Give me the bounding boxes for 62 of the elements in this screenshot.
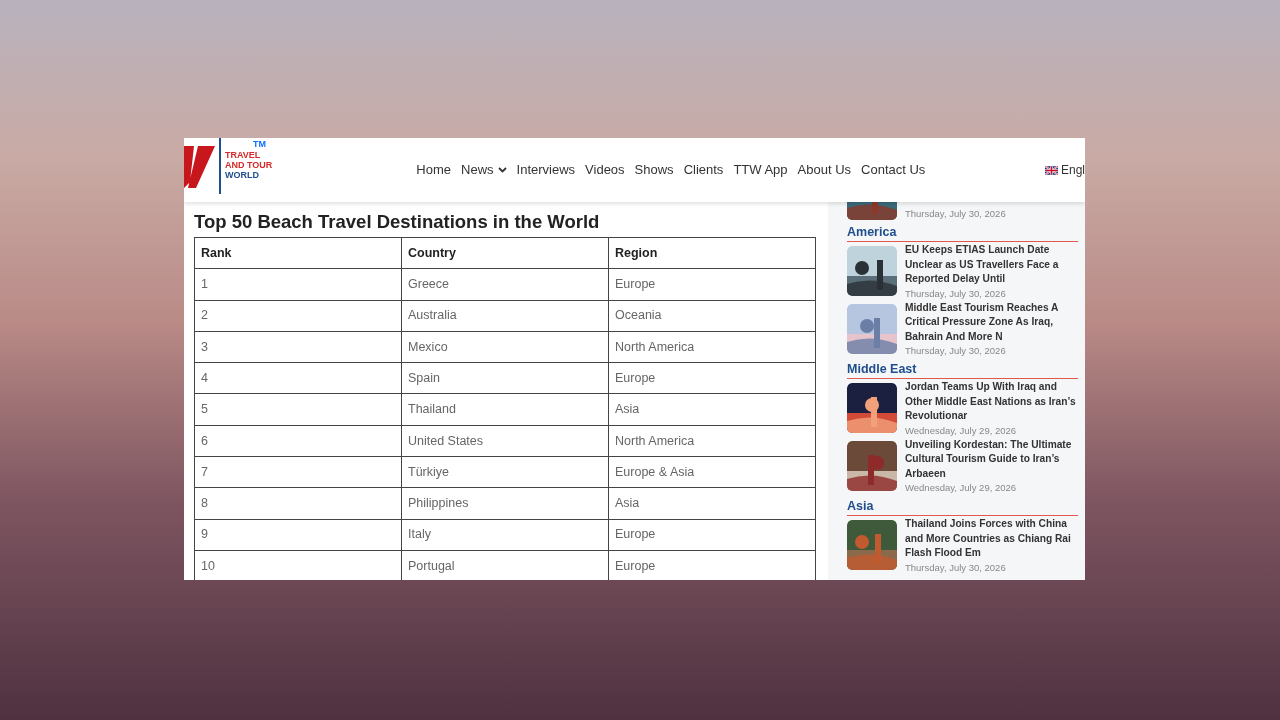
table-cell: Europe & Asia <box>608 456 816 488</box>
table-cell: 4 <box>194 362 402 394</box>
section-heading[interactable]: Asia <box>847 498 1078 516</box>
table-cell: Asia <box>608 394 816 426</box>
table-cell: Oceania <box>608 300 816 332</box>
table-cell: United States <box>401 425 609 457</box>
table-cell: Australia <box>401 300 609 332</box>
article-link[interactable]: EU Keeps ETIAS Launch Date Unclear as US Travellers Face a Reported Delay Until <box>905 243 1078 287</box>
logo-text: TRAVEL <box>225 150 262 160</box>
column-header: Region <box>608 237 816 269</box>
table-cell: Mexico <box>401 331 609 363</box>
table-cell: North America <box>608 331 816 363</box>
logo-text: AND TOUR <box>225 160 273 170</box>
article-date: Thursday, July 30, 2026 <box>905 560 1007 574</box>
table-cell: Italy <box>401 519 609 551</box>
table-cell: Spain <box>401 362 609 394</box>
nav-link[interactable]: Videos <box>585 160 625 180</box>
nav-link[interactable]: Interviews <box>516 160 576 180</box>
article-date: Thursday, July 30, 2026 <box>905 286 1007 300</box>
article-link[interactable]: Middle East Tourism Reaches A Critical Pressure Zone As Iraq, Bahrain And More N <box>905 300 1078 344</box>
nav-link[interactable]: Home <box>416 160 452 180</box>
table-cell: Philippines <box>401 487 609 520</box>
article-date: Wednesday, July 29, 2026 <box>905 423 1018 437</box>
column-header: Rank <box>194 237 402 269</box>
article-link[interactable]: Jordan Teams Up With Iraq and Other Middle East Nations as Iran’s Revolutionar <box>905 380 1078 424</box>
article-date: Thursday, July 30, 2026 <box>905 207 1006 220</box>
nav-link[interactable]: News <box>461 160 507 180</box>
article-title: Top 50 Beach Travel Destinations in the World <box>194 210 601 234</box>
article-date: Wednesday, July 29, 2026 <box>905 481 1018 494</box>
article-link[interactable]: Unveiling Kordestan: The Ultimate Cultural Tourism Guide to Iran’s Arbaeen <box>905 437 1078 481</box>
table-cell: North America <box>608 425 816 457</box>
table-cell: 6 <box>194 425 402 457</box>
nav-link[interactable]: Clients <box>683 160 724 180</box>
table-cell: 8 <box>194 487 402 520</box>
table-cell: Türkiye <box>401 456 609 488</box>
nav-link[interactable]: Contact Us <box>861 160 926 180</box>
section-heading[interactable]: America <box>847 224 1078 242</box>
column-header: Country <box>401 237 609 269</box>
trademark-text: TM <box>253 138 266 151</box>
table-cell: Europe <box>608 362 816 394</box>
table-cell: 2 <box>194 300 402 332</box>
table-cell: Europe <box>608 519 816 551</box>
flag-icon <box>1044 165 1058 175</box>
nav-link[interactable]: TTW App <box>733 160 788 180</box>
table-cell: 3 <box>194 331 402 363</box>
nav-link[interactable]: Shows <box>634 160 674 180</box>
table-cell: 10 <box>194 550 402 580</box>
nav-link[interactable]: About Us <box>797 160 852 180</box>
table-cell: 9 <box>194 519 402 551</box>
table-cell: Europe <box>608 268 816 301</box>
table-cell: Thailand <box>401 394 609 426</box>
table-cell: 7 <box>194 456 402 488</box>
language-selector[interactable]: Engl <box>1044 161 1085 179</box>
section-heading[interactable]: Middle East <box>847 361 1078 379</box>
article-date: Thursday, July 30, 2026 <box>905 344 1007 357</box>
article-link[interactable]: Thailand Joins Forces with China and More Countries as Chiang Rai Flash Flood Em <box>905 517 1078 561</box>
table-cell: Greece <box>401 268 609 301</box>
table-cell: Asia <box>608 487 816 520</box>
logo[interactable]: TM TRAVEL AND TOUR WORLD <box>184 138 273 202</box>
table-cell: 1 <box>194 268 402 301</box>
table-cell: 5 <box>194 394 402 426</box>
logo-text: WORLD <box>225 170 260 180</box>
